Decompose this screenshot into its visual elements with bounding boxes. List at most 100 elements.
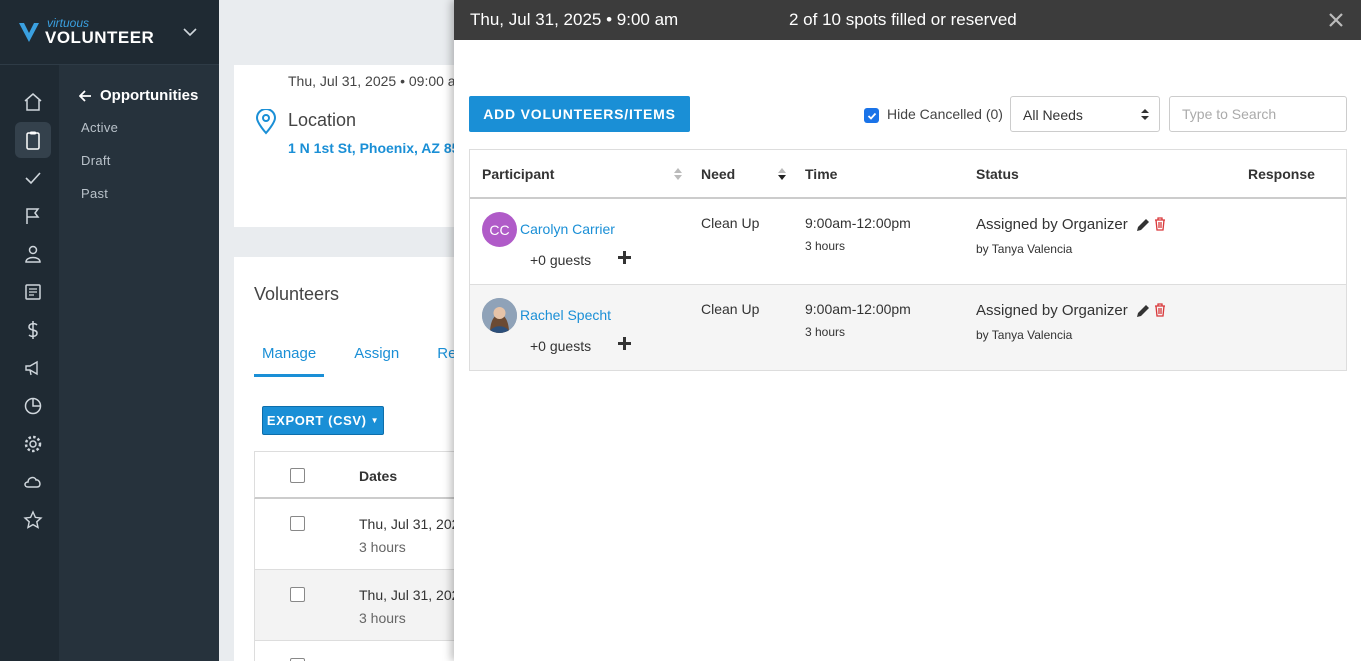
time-range: 9:00am-12:00pm <box>805 301 911 317</box>
row-date: Thu, Jul 31, 202 <box>359 516 460 532</box>
subnav-item-past[interactable]: Past <box>81 186 108 201</box>
nav-cloud[interactable] <box>15 464 51 500</box>
caret-down-icon: ▼ <box>370 416 380 425</box>
megaphone-icon <box>25 360 38 376</box>
location-label: Location <box>288 110 357 130</box>
time-range: 9:00am-12:00pm <box>805 215 911 231</box>
table-header-row: Participant Need Time Status Response <box>470 150 1346 199</box>
sort-desc-icon[interactable] <box>778 167 786 181</box>
avatar-photo <box>482 298 517 333</box>
subnav-item-draft[interactable]: Draft <box>81 153 111 168</box>
close-icon[interactable] <box>1328 12 1344 28</box>
add-guest-plus-icon[interactable] <box>618 251 631 264</box>
needs-select-value: All Needs <box>1023 107 1083 123</box>
participant-name-link[interactable]: Carolyn Carrier <box>520 221 615 237</box>
nav-campaigns[interactable] <box>15 350 51 386</box>
nav-tasks[interactable] <box>15 160 51 196</box>
time-duration: 3 hours <box>805 325 846 339</box>
nav-opportunities[interactable] <box>15 122 51 158</box>
person-icon <box>25 245 41 263</box>
status-by: by Tanya Valencia <box>976 328 1073 342</box>
event-date: Thu, Jul 31, 2025 • 09:00 a <box>288 73 456 89</box>
hide-cancelled-checkbox[interactable] <box>864 108 879 123</box>
flag-icon <box>26 208 40 224</box>
need-value: Clean Up <box>701 301 760 317</box>
checkmark-icon <box>867 112 876 120</box>
volunteers-card: Volunteers Manage Assign Res EXPORT (CSV… <box>234 257 484 661</box>
panel-header: Thu, Jul 31, 2025 • 9:00 am 2 of 10 spot… <box>454 0 1361 40</box>
check-icon <box>25 172 41 185</box>
spots-filled: 2 of 10 spots filled or reserved <box>789 10 1017 29</box>
column-header-status[interactable]: Status <box>976 166 1019 182</box>
guests-count: +0 guests <box>530 338 592 354</box>
table-row: Thu, Jul 31, 202 3 hours <box>254 570 484 641</box>
participant-name-link[interactable]: Rachel Specht <box>520 307 611 323</box>
logo-icon <box>19 23 39 42</box>
row-checkbox[interactable] <box>290 516 305 531</box>
export-csv-button[interactable]: EXPORT (CSV) ▼ <box>262 406 384 435</box>
tab-manage[interactable]: Manage <box>254 343 325 377</box>
search-input[interactable] <box>1169 96 1347 132</box>
add-volunteers-button[interactable]: ADD VOLUNTEERS/ITEMS <box>469 96 690 132</box>
dollar-icon <box>28 321 38 339</box>
export-label: EXPORT (CSV) <box>266 413 367 428</box>
status-by: by Tanya Valencia <box>976 242 1073 256</box>
rail-icons <box>0 82 59 540</box>
column-header-participant[interactable]: Participant <box>482 166 554 182</box>
pie-chart-icon <box>24 397 42 415</box>
trash-icon[interactable] <box>1154 217 1166 231</box>
needs-select[interactable]: All Needs <box>1010 96 1160 132</box>
add-guest-plus-icon[interactable] <box>618 337 631 350</box>
nav-settings[interactable] <box>15 426 51 462</box>
nav-home[interactable] <box>15 84 51 120</box>
document-icon <box>25 284 41 300</box>
avatar: CC <box>482 212 517 247</box>
table-row: CC Carolyn Carrier +0 guests Clean Up 9:… <box>470 199 1346 285</box>
need-value: Clean Up <box>701 215 760 231</box>
column-header-dates: Dates <box>359 468 398 484</box>
nav-favorites[interactable] <box>15 502 51 538</box>
participants-table: Participant Need Time Status Response CC… <box>469 149 1347 371</box>
guests-count: +0 guests <box>530 252 592 268</box>
column-header-need[interactable]: Need <box>701 166 735 182</box>
pencil-icon[interactable] <box>1136 218 1150 232</box>
location-address-link[interactable]: 1 N 1st St, Phoenix, AZ 85 <box>288 140 459 156</box>
volunteer-table: Dates Thu, Jul 31, 202 3 hours Thu, Jul … <box>254 451 484 661</box>
column-header-response[interactable]: Response <box>1248 166 1315 182</box>
row-duration: 3 hours <box>359 539 406 555</box>
nav-flags[interactable] <box>15 198 51 234</box>
table-header-row: Dates <box>254 451 484 499</box>
status-text: Assigned by Organizer <box>976 302 1128 319</box>
time-duration: 3 hours <box>805 239 846 253</box>
location-pin-icon <box>255 109 277 135</box>
back-label: Opportunities <box>100 87 199 104</box>
table-row: Rachel Specht +0 guests Clean Up 9:00am-… <box>470 285 1346 370</box>
table-row <box>254 641 484 661</box>
nav-forms[interactable] <box>15 274 51 310</box>
select-all-checkbox[interactable] <box>290 468 305 483</box>
avatar <box>482 298 517 333</box>
table-row: Thu, Jul 31, 202 3 hours <box>254 499 484 570</box>
tab-assign[interactable]: Assign <box>346 343 407 377</box>
subnav-item-active[interactable]: Active <box>81 120 118 135</box>
home-icon <box>24 93 42 111</box>
select-arrows-icon <box>1141 109 1149 120</box>
nav-people[interactable] <box>15 236 51 272</box>
chevron-down-icon[interactable] <box>182 24 198 40</box>
avatar-initials: CC <box>489 221 510 238</box>
secondary-nav: Opportunities Active Draft Past <box>59 65 219 661</box>
sort-icon[interactable] <box>674 167 682 181</box>
shift-detail-panel: Thu, Jul 31, 2025 • 9:00 am 2 of 10 spot… <box>454 0 1361 661</box>
back-to-opportunities[interactable]: Opportunities <box>79 87 198 104</box>
row-duration: 3 hours <box>359 610 406 626</box>
row-date: Thu, Jul 31, 202 <box>359 587 460 603</box>
gear-icon <box>24 435 42 453</box>
row-checkbox[interactable] <box>290 587 305 602</box>
brand-header: virtuous VOLUNTEER <box>0 0 219 65</box>
pencil-icon[interactable] <box>1136 304 1150 318</box>
volunteers-title: Volunteers <box>254 284 340 304</box>
column-header-time[interactable]: Time <box>805 166 837 182</box>
nav-reports[interactable] <box>15 388 51 424</box>
trash-icon[interactable] <box>1154 303 1166 317</box>
nav-donations[interactable] <box>15 312 51 348</box>
